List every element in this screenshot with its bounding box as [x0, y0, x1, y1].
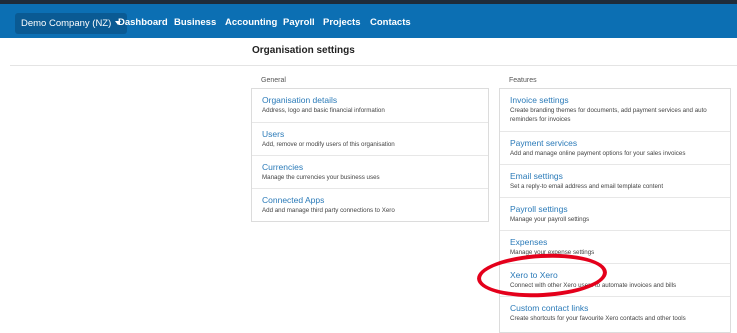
- setting-description: Add, remove or modify users of this orga…: [262, 141, 395, 148]
- setting-title: Users: [262, 129, 285, 139]
- setting-title: Expenses: [510, 237, 548, 247]
- setting-title: Payment services: [510, 138, 578, 148]
- nav-contacts[interactable]: Contacts: [370, 17, 411, 28]
- setting-description: Create branding themes for documents, ad…: [510, 107, 707, 123]
- page-title: Organisation settings: [252, 45, 355, 56]
- setting-title: Invoice settings: [510, 95, 569, 105]
- setting-description: Set a reply-to email address and email t…: [510, 183, 664, 190]
- setting-connected-apps[interactable]: Connected Apps Add and manage third part…: [252, 188, 488, 221]
- general-settings-card: Organisation details Address, logo and b…: [251, 88, 489, 222]
- features-settings-card: Invoice settings Create branding themes …: [499, 88, 731, 333]
- setting-description: Manage your expense settings: [510, 249, 595, 256]
- setting-email-settings[interactable]: Email settings Set a reply-to email addr…: [500, 164, 730, 197]
- setting-description: Connect with other Xero users to automat…: [510, 282, 677, 289]
- setting-description: Create shortcuts for your favourite Xero…: [510, 315, 686, 322]
- top-navigation-bar: Demo Company (NZ) Dashboard Business Acc…: [0, 0, 737, 38]
- setting-title: Email settings: [510, 171, 563, 181]
- nav-business[interactable]: Business: [174, 17, 216, 28]
- setting-title: Xero to Xero: [510, 270, 558, 280]
- setting-expenses[interactable]: Expenses Manage your expense settings: [500, 230, 730, 263]
- setting-title: Organisation details: [262, 95, 338, 105]
- setting-organisation-details[interactable]: Organisation details Address, logo and b…: [252, 89, 488, 122]
- setting-payment-services[interactable]: Payment services Add and manage online p…: [500, 131, 730, 164]
- features-section-label: Features: [509, 77, 537, 84]
- setting-invoice-settings[interactable]: Invoice settings Create branding themes …: [500, 89, 730, 131]
- setting-title: Currencies: [262, 162, 304, 172]
- setting-users[interactable]: Users Add, remove or modify users of thi…: [252, 122, 488, 155]
- nav-dashboard[interactable]: Dashboard: [118, 17, 168, 28]
- setting-description: Address, logo and basic financial inform…: [262, 107, 385, 114]
- nav-payroll[interactable]: Payroll: [283, 17, 315, 28]
- nav-accounting[interactable]: Accounting: [225, 17, 277, 28]
- setting-xero-to-xero[interactable]: Xero to Xero Connect with other Xero use…: [500, 263, 730, 296]
- setting-currencies[interactable]: Currencies Manage the currencies your bu…: [252, 155, 488, 188]
- setting-description: Manage your payroll settings: [510, 216, 590, 223]
- setting-description: Add and manage online payment options fo…: [510, 150, 686, 157]
- setting-title: Custom contact links: [510, 303, 589, 313]
- setting-payroll-settings[interactable]: Payroll settings Manage your payroll set…: [500, 197, 730, 230]
- nav-projects[interactable]: Projects: [323, 17, 361, 28]
- setting-description: Add and manage third party connections t…: [262, 207, 395, 214]
- header-divider: [10, 65, 737, 66]
- organisation-name: Demo Company (NZ): [21, 18, 112, 29]
- general-section-label: General: [261, 77, 286, 84]
- organisation-switcher[interactable]: Demo Company (NZ): [15, 13, 128, 34]
- setting-description: Manage the currencies your business uses: [262, 174, 380, 181]
- setting-title: Payroll settings: [510, 204, 568, 214]
- setting-title: Connected Apps: [262, 195, 325, 205]
